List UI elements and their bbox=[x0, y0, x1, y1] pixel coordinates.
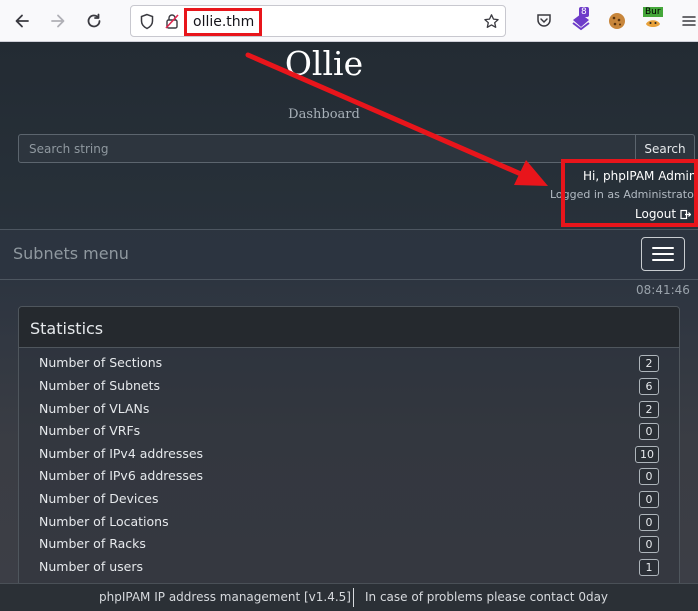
statistics-header: Statistics bbox=[19, 307, 679, 348]
stat-row: Number of VLANs 2 bbox=[39, 399, 659, 421]
stat-label: Number of IPv4 addresses bbox=[39, 446, 204, 461]
url-text[interactable]: ollie.thm bbox=[184, 8, 262, 36]
stat-label: Number of Devices bbox=[39, 491, 159, 506]
bookmark-star-icon[interactable] bbox=[483, 13, 500, 30]
stat-badge: 0 bbox=[639, 514, 659, 531]
footer: phpIPAM IP address management [v1.4.5] I… bbox=[0, 583, 698, 611]
stat-badge: 0 bbox=[639, 536, 659, 553]
stat-badge: 0 bbox=[639, 491, 659, 508]
site-subtitle: Dashboard bbox=[288, 107, 360, 122]
stat-label: Number of VRFs bbox=[39, 423, 141, 438]
hamburger-icon bbox=[682, 16, 696, 26]
shield-icon[interactable] bbox=[139, 13, 155, 30]
back-arrow-icon bbox=[15, 14, 29, 28]
reload-icon bbox=[87, 13, 101, 28]
stat-label: Number of VLANs bbox=[39, 401, 150, 416]
toggle-bar bbox=[652, 253, 674, 255]
stat-label: Number of IPv6 addresses bbox=[39, 468, 204, 483]
subnets-menu-bar: Subnets menu bbox=[0, 230, 698, 280]
insecure-lock-icon[interactable] bbox=[164, 13, 180, 30]
stat-badge: 10 bbox=[635, 446, 659, 463]
reload-button[interactable] bbox=[82, 9, 106, 33]
search-input[interactable] bbox=[18, 134, 636, 163]
page: Ollie Dashboard Search Hi, phpIPAM Admin… bbox=[0, 42, 698, 611]
stat-row: Number of Locations 0 bbox=[39, 512, 659, 534]
stat-row: Number of users 1 bbox=[39, 557, 659, 579]
footer-version: phpIPAM IP address management [v1.4.5] bbox=[99, 590, 351, 604]
stat-label: Number of users bbox=[39, 559, 143, 574]
pocket-button[interactable] bbox=[531, 8, 557, 34]
footer-contact: In case of problems please contact 0day bbox=[365, 590, 609, 604]
burp-label: Bur bbox=[643, 7, 663, 17]
subnets-menu-title: Subnets menu bbox=[13, 244, 129, 263]
stat-row: Number of VRFs 0 bbox=[39, 421, 659, 443]
back-button[interactable] bbox=[10, 9, 34, 33]
stat-badge: 0 bbox=[639, 423, 659, 440]
navbar-toggle-button[interactable] bbox=[641, 237, 685, 271]
annotation-highlight-box bbox=[561, 159, 698, 227]
statistics-panel: Statistics Number of Sections 2 Number o… bbox=[18, 306, 680, 611]
stat-badge: 0 bbox=[639, 468, 659, 485]
footer-divider bbox=[353, 588, 354, 607]
site-title: Ollie bbox=[284, 44, 364, 83]
cookie-icon bbox=[609, 13, 625, 29]
stat-badge: 6 bbox=[639, 378, 659, 395]
cookie-editor-button[interactable] bbox=[604, 8, 630, 34]
stat-label: Number of Subnets bbox=[39, 378, 161, 393]
stat-row: Number of IPv4 addresses 10 bbox=[39, 444, 659, 466]
stat-badge: 2 bbox=[639, 401, 659, 418]
clock: 08:41:46 bbox=[636, 283, 690, 297]
toggle-bar bbox=[652, 259, 674, 261]
stat-badge: 2 bbox=[639, 355, 659, 372]
app-menu-button[interactable] bbox=[676, 8, 698, 34]
stat-badge: 1 bbox=[639, 559, 659, 576]
stat-row: Number of IPv6 addresses 0 bbox=[39, 466, 659, 488]
stat-label: Number of Sections bbox=[39, 355, 163, 370]
extension-badge: 8 bbox=[579, 7, 589, 17]
stat-row: Number of Subnets 6 bbox=[39, 376, 659, 398]
header: Ollie Dashboard Search Hi, phpIPAM Admin… bbox=[0, 42, 698, 230]
stat-label: Number of Locations bbox=[39, 514, 169, 529]
forward-arrow-icon bbox=[51, 14, 65, 28]
statistics-title: Statistics bbox=[30, 319, 104, 338]
stat-row: Number of Sections 2 bbox=[39, 353, 659, 375]
stat-label: Number of Racks bbox=[39, 536, 146, 551]
toggle-bar bbox=[652, 247, 674, 249]
pocket-icon bbox=[537, 14, 551, 27]
stat-row: Number of Devices 0 bbox=[39, 489, 659, 511]
forward-button[interactable] bbox=[46, 9, 70, 33]
browser-toolbar: ollie.thm 8 Bur bbox=[0, 0, 698, 42]
stat-row: Number of Racks 0 bbox=[39, 534, 659, 556]
